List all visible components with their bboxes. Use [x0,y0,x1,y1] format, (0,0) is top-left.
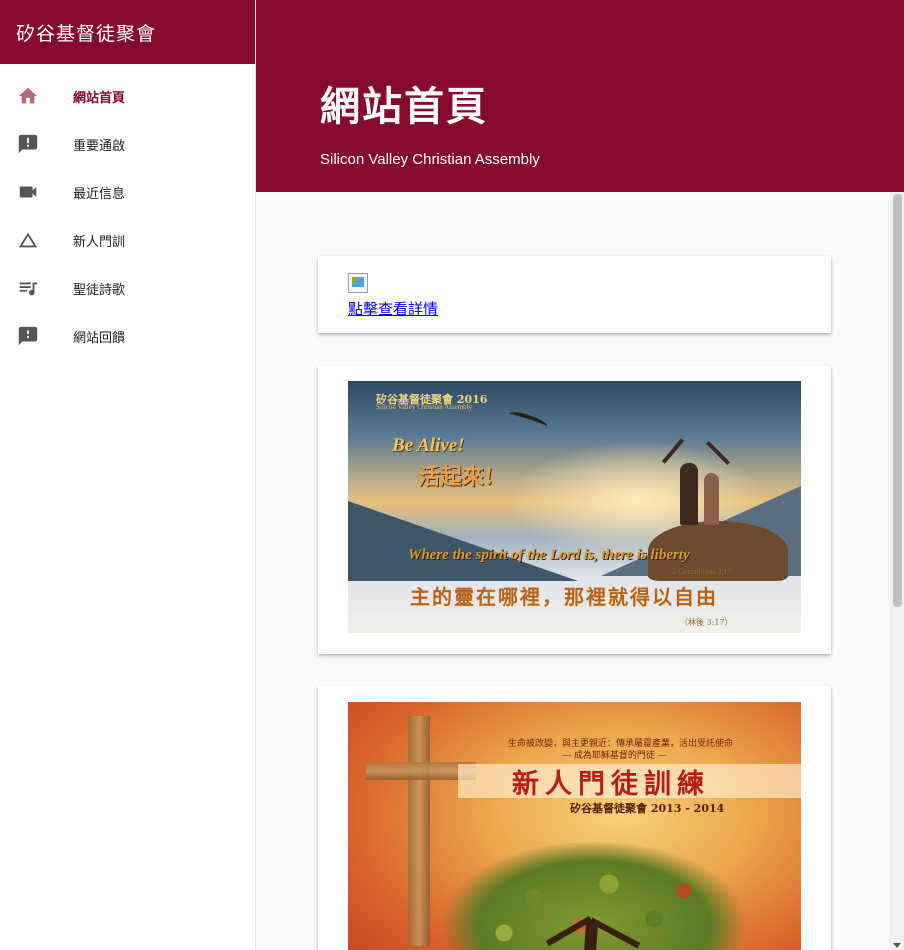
cross-icon [408,716,430,946]
nav-item-hymns[interactable]: 聖徒詩歌 [0,264,255,312]
nav-item-recent-messages[interactable]: 最近信息 [0,168,255,216]
scroll-down-arrow-icon[interactable] [893,943,901,948]
announcement-icon [16,132,40,156]
videocam-icon [16,180,40,204]
nav-item-label: 新人門訓 [73,234,126,250]
eagle-icon [507,409,549,431]
nav-item-label: 網站回饋 [73,330,126,346]
nav-item-announcements[interactable]: 重要通啟 [0,120,255,168]
queue-music-icon [16,276,40,300]
banner-title: 新人門徒訓練 [512,769,710,800]
banner-top-line-en: Silicon Valley Christian Assembly [376,403,473,411]
nav-item-newcomer-training[interactable]: 新人門訓 [0,216,255,264]
scrollbar[interactable] [890,192,904,950]
nav-item-label: 網站首頁 [73,90,126,106]
details-link[interactable]: 點擊查看詳情 [348,298,438,319]
feedback-icon [16,324,40,348]
banner-subtitle: 矽谷基督徒聚會 2013 - 2014 [570,802,725,815]
mountain-left [348,501,578,581]
banner-heading-en: Be Alive! [392,435,465,456]
banner-verse-zh: 主的靈在哪裡，那裡就得以自由 [410,585,718,609]
banner-heading-zh: 活起來! [418,464,494,490]
nav-item-label: 聖徒詩歌 [73,282,126,298]
nav-item-label: 最近信息 [73,186,126,202]
notice-card: 點擊查看詳情 [318,256,831,333]
site-title[interactable]: 矽谷基督徒聚會 [0,0,255,64]
scrollbar-thumb[interactable] [893,194,902,607]
main-content: 點擊查看詳情 矽谷基督徒聚會 2016 Silicon Valley Chris… [256,192,890,950]
nav-drawer: 矽谷基督徒聚會 網站首頁 重要通啟 最近信息 新人門訓 聖徒詩歌 網站回饋 [0,0,256,950]
change-history-icon [16,228,40,252]
newcomer-training-banner-image[interactable]: 生命被改變，與主更親近：傳承屬靈產業，活出受託使命 — 成為耶穌基督的門徒 — … [348,702,801,950]
page-title: 網站首頁 [320,84,488,130]
page-header: 網站首頁 Silicon Valley Christian Assembly [256,0,904,192]
banner-verse-zh-ref: （林後 3:17） [680,618,733,627]
banner-tagline-2: — 成為耶穌基督的門徒 — [562,751,667,761]
home-icon [16,84,40,108]
be-alive-banner-image[interactable]: 矽谷基督徒聚會 2016 Silicon Valley Christian As… [348,381,801,633]
banner-verse-ref: 2 Corinthians 3:17 [672,567,732,576]
nav-list: 網站首頁 重要通啟 最近信息 新人門訓 聖徒詩歌 網站回饋 [0,64,255,360]
banner-verse-en: Where the spirit of the Lord is, there i… [408,547,690,563]
nav-item-label: 重要通啟 [73,138,126,154]
banner-card-newcomer-training: 生命被改變，與主更親近：傳承屬靈產業，活出受託使命 — 成為耶穌基督的門徒 — … [318,686,831,950]
nav-item-feedback[interactable]: 網站回饋 [0,312,255,360]
figure-silhouette [680,463,698,525]
nav-item-home[interactable]: 網站首頁 [0,72,255,120]
banner-card-be-alive: 矽谷基督徒聚會 2016 Silicon Valley Christian As… [318,366,831,654]
broken-image-icon[interactable] [348,273,368,293]
page-subtitle: Silicon Valley Christian Assembly [320,151,540,168]
figure-silhouette [704,473,719,525]
